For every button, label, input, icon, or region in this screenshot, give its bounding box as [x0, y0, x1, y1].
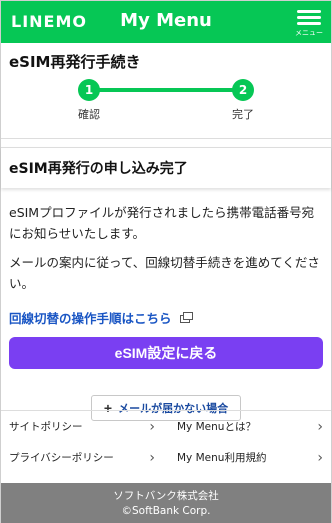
chevron-right-icon: ›: [317, 449, 323, 466]
step-1-label: 確認: [78, 108, 100, 121]
footer-links: サイトポリシー › My Menuとは？ › プライバシーポリシー › My M…: [1, 410, 331, 473]
footer-row-2: プライバシーポリシー › My Menu利用規約 ›: [1, 442, 331, 473]
step-1-circle: 1: [78, 79, 100, 101]
completion-content: eSIMプロファイルが発行されましたら携帯電話番号宛にお知らせいたします。 メー…: [1, 188, 331, 421]
footer-row-1: サイトポリシー › My Menuとは？ ›: [1, 411, 331, 442]
footer-link-privacy-policy[interactable]: プライバシーポリシー ›: [1, 442, 163, 473]
footer-link-terms[interactable]: My Menu利用規約 ›: [163, 442, 331, 473]
footer-link-about-my-menu[interactable]: My Menuとは？ ›: [163, 411, 331, 442]
info-paragraph-1: eSIMプロファイルが発行されましたら携帯電話番号宛にお知らせいたします。: [9, 205, 315, 241]
menu-label: メニュー: [295, 29, 323, 37]
step-2-circle: 2: [232, 79, 254, 101]
external-window-icon: [179, 311, 194, 324]
back-to-esim-settings-button[interactable]: eSIM設定に戻る: [9, 337, 323, 369]
footer-link-label: My Menu利用規約: [177, 452, 267, 464]
chevron-right-icon: ›: [317, 418, 323, 435]
footer-link-site-policy[interactable]: サイトポリシー ›: [1, 411, 163, 442]
chevron-right-icon: ›: [149, 418, 155, 435]
line-switch-guide-label: 回線切替の操作手順はこちら: [9, 311, 172, 326]
step-2: 2 完了: [213, 79, 273, 122]
app-header: LINEMO My Menu メニュー: [1, 1, 331, 43]
stepper-card: eSIM再発行手続き 1 確認 2 完了: [1, 43, 331, 139]
footer-link-label: プライバシーポリシー: [9, 452, 114, 464]
progress-stepper: 1 確認 2 完了: [1, 79, 331, 129]
section-title: eSIM再発行の申し込み完了: [1, 147, 331, 188]
menu-button[interactable]: メニュー: [295, 5, 323, 38]
info-paragraph-2: メールの案内に従って、回線切替手続きを進めてください。: [9, 255, 320, 291]
hamburger-icon: [295, 5, 323, 25]
step-1: 1 確認: [59, 79, 119, 122]
footer-copyright: ソフトバンク株式会社 ©SoftBank Corp.: [1, 483, 331, 523]
copyright-text: ©SoftBank Corp.: [121, 505, 211, 517]
footer-link-label: My Menuとは？: [177, 421, 256, 433]
chevron-right-icon: ›: [149, 449, 155, 466]
line-switch-guide-link[interactable]: 回線切替の操作手順はこちら: [9, 308, 194, 327]
step-2-label: 完了: [232, 108, 254, 121]
header-title: My Menu: [120, 10, 212, 31]
footer-link-label: サイトポリシー: [9, 421, 83, 433]
page-title: eSIM再発行手続き: [9, 53, 141, 71]
company-name: ソフトバンク株式会社: [113, 490, 219, 502]
